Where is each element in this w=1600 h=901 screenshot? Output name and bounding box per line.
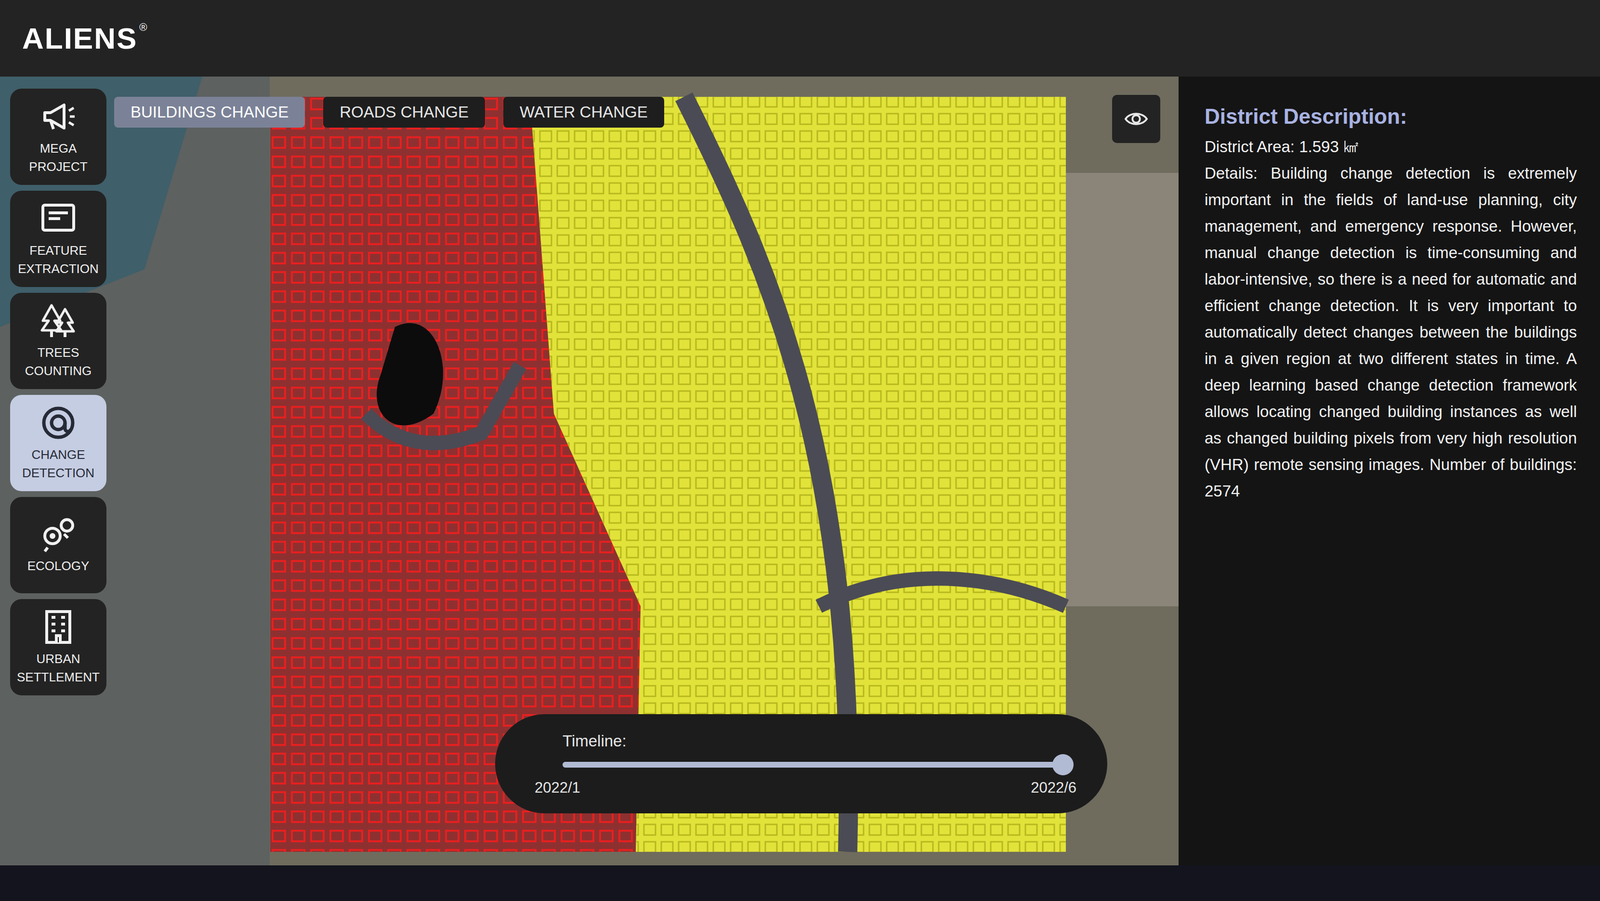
sidebar-item[interactable]: TREES COUNTING	[10, 292, 107, 390]
flower-icon	[39, 514, 78, 554]
target-icon	[39, 403, 78, 443]
tab[interactable]: BUILDINGS CHANGE	[114, 96, 305, 128]
district-area: District Area: 1.593 ㎢	[1204, 133, 1577, 160]
trees-icon	[39, 301, 78, 341]
timeline-end: 2022/6	[1030, 779, 1077, 797]
sidebar-label: FEATURE EXTRACTION	[13, 241, 104, 278]
app-page: ALIENS® MEGA PROJECT FEATURE EXTRACTION …	[0, 0, 1600, 901]
sidebar-label: URBAN SETTLEMENT	[13, 650, 104, 687]
timeline-panel: Timeline: 2022/1 2022/6	[495, 714, 1108, 814]
timeline-start: 2022/1	[534, 779, 581, 797]
timeline-label: Timeline:	[562, 732, 1077, 751]
district-panel: District Description: District Area: 1.5…	[1178, 76, 1600, 866]
sidebar-label: TREES COUNTING	[13, 343, 104, 381]
sidebar: MEGA PROJECT FEATURE EXTRACTION TREES CO…	[10, 88, 107, 696]
district-details: Details: Building change detection is ex…	[1204, 159, 1577, 505]
sidebar-item[interactable]: ECOLOGY	[10, 497, 107, 594]
timeline-fill	[562, 761, 1063, 768]
building-icon	[39, 607, 78, 647]
map-view[interactable]: MEGA PROJECT FEATURE EXTRACTION TREES CO…	[0, 76, 1179, 866]
timeline-slider[interactable]	[562, 761, 1063, 768]
sidebar-label: MEGA PROJECT	[13, 139, 104, 176]
eye-icon	[1123, 106, 1149, 132]
tab[interactable]: ROADS CHANGE	[323, 96, 486, 128]
district-title: District Description:	[1204, 104, 1577, 129]
visibility-toggle-button[interactable]	[1112, 94, 1161, 144]
logo[interactable]: ALIENS®	[22, 21, 148, 56]
main-area: MEGA PROJECT FEATURE EXTRACTION TREES CO…	[0, 76, 1600, 866]
footer	[0, 865, 1600, 901]
header: ALIENS®	[0, 0, 1600, 77]
sidebar-item[interactable]: FEATURE EXTRACTION	[10, 190, 107, 288]
sidebar-item[interactable]: MEGA PROJECT	[10, 88, 107, 185]
screen-icon	[39, 199, 78, 238]
megaphone-icon	[39, 97, 78, 136]
sidebar-item[interactable]: URBAN SETTLEMENT	[10, 599, 107, 696]
sidebar-label: CHANGE DETECTION	[13, 445, 104, 483]
sidebar-label: ECOLOGY	[27, 557, 90, 576]
timeline-knob[interactable]	[1052, 754, 1074, 776]
timeline-range: 2022/1 2022/6	[534, 779, 1077, 797]
tab[interactable]: WATER CHANGE	[503, 96, 665, 128]
sidebar-item[interactable]: CHANGE DETECTION	[10, 394, 107, 492]
tab-bar: BUILDINGS CHANGE ROADS CHANGE WATER CHANGE	[114, 96, 665, 128]
